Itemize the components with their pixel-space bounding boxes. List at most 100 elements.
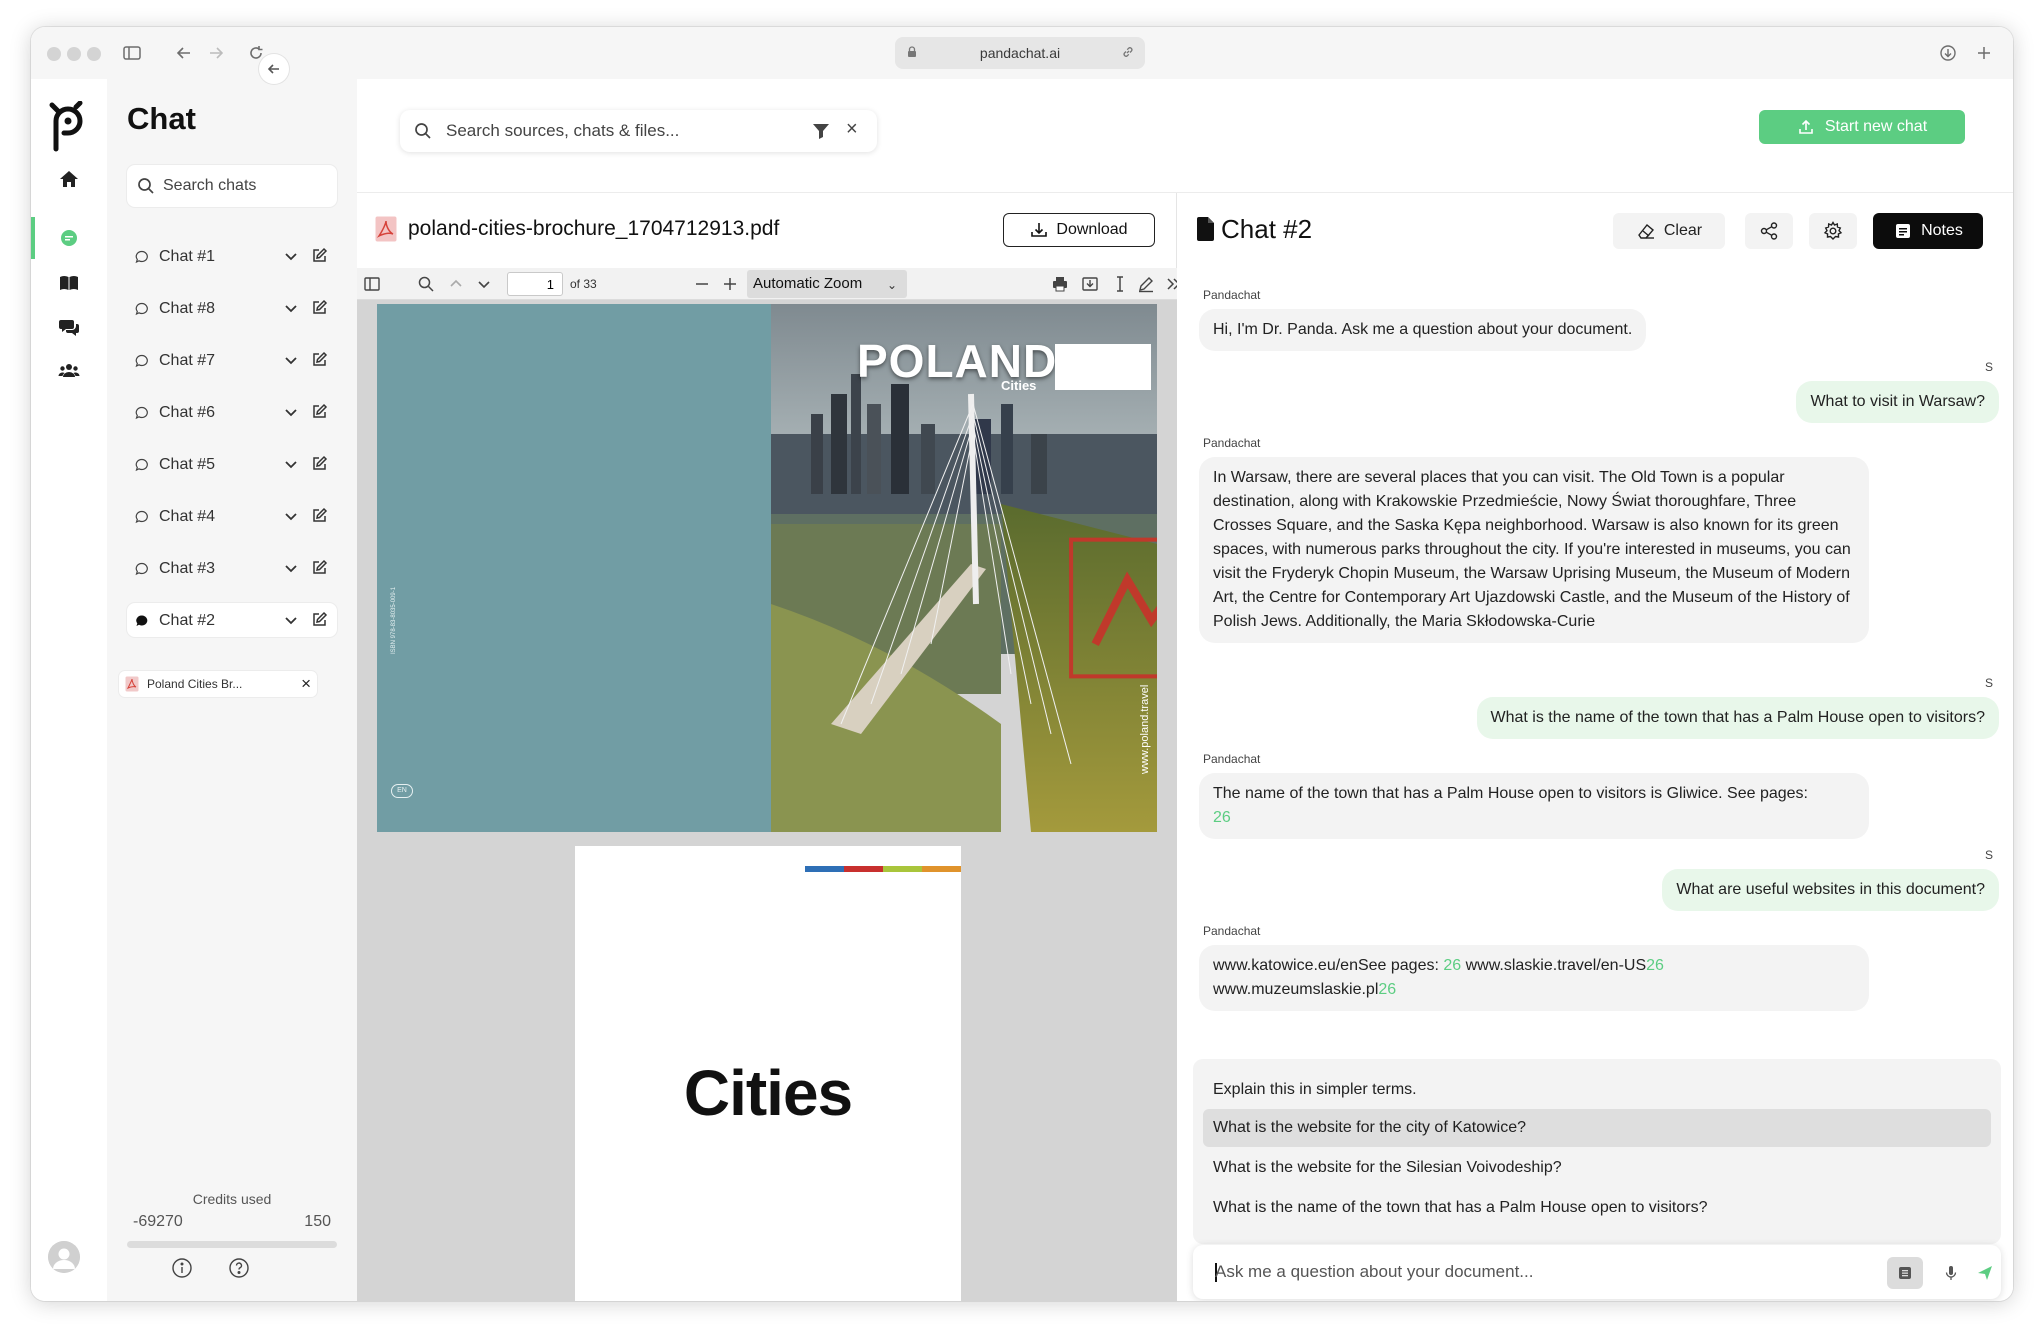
page-count: of 33	[570, 277, 597, 291]
message-text: In Warsaw, there are several places that…	[1199, 457, 1869, 643]
suggestion-item[interactable]: What is the website for the Silesian Voi…	[1203, 1149, 1991, 1187]
url-text: pandachat.ai	[979, 45, 1061, 61]
chat-item-6[interactable]: Chat #6	[127, 395, 337, 429]
forward-icon[interactable]	[203, 40, 229, 66]
help-icon[interactable]	[228, 1257, 250, 1279]
chat-item-7[interactable]: Chat #7	[127, 343, 337, 377]
suggestion-item[interactable]: What is the name of the town that has a …	[1203, 1189, 1991, 1227]
address-bar[interactable]: pandachat.ai	[895, 37, 1145, 69]
chat-input[interactable]	[1215, 1245, 1835, 1299]
chat-item-label: Chat #1	[159, 248, 216, 265]
main-topbar: × Start new chat	[357, 79, 2013, 193]
chat-item-2[interactable]: Chat #2	[127, 603, 337, 637]
next-page-icon[interactable]	[475, 275, 493, 293]
home-icon[interactable]	[51, 161, 87, 197]
user-avatar[interactable]	[48, 1241, 80, 1273]
draw-icon[interactable]	[1137, 275, 1155, 293]
zoom-select[interactable]: Automatic Zoom ⌄	[747, 270, 907, 298]
edit-icon[interactable]	[311, 611, 328, 628]
filter-icon[interactable]	[812, 122, 830, 140]
chat-item-4[interactable]: Chat #4	[127, 499, 337, 533]
toggle-thumbnails-icon[interactable]	[363, 275, 381, 293]
edit-icon[interactable]	[311, 247, 328, 264]
cover-photo: POLAND Cities www.poland.travel	[771, 304, 1157, 832]
edit-icon[interactable]	[311, 455, 328, 472]
chevron-down-icon[interactable]	[283, 508, 299, 524]
chat-icon[interactable]	[51, 220, 87, 256]
chevron-down-icon[interactable]	[283, 248, 299, 264]
text-tool-icon[interactable]	[1111, 275, 1129, 293]
share-button[interactable]	[1745, 213, 1793, 249]
download-button[interactable]: Download	[1003, 213, 1155, 247]
global-search-input[interactable]	[446, 110, 796, 152]
chevron-down-icon[interactable]	[283, 560, 299, 576]
chevron-down-icon[interactable]	[283, 352, 299, 368]
chevron-down-icon[interactable]	[283, 612, 299, 628]
clear-label: Clear	[1663, 222, 1703, 239]
suggestion-item[interactable]: What is the website for the city of Kato…	[1203, 1109, 1991, 1147]
maximize-window-dot[interactable]	[87, 47, 101, 61]
team-icon[interactable]	[51, 353, 87, 389]
edit-icon[interactable]	[311, 559, 328, 576]
chevron-down-icon[interactable]	[283, 456, 299, 472]
ai-message: Pandachat The name of the town that has …	[1199, 752, 1869, 839]
close-window-dot[interactable]	[47, 47, 61, 61]
chat-item-label: Chat #6	[159, 404, 216, 421]
microphone-button[interactable]	[1933, 1257, 1969, 1289]
suggestions-toggle-button[interactable]	[1887, 1257, 1923, 1289]
remove-file-icon[interactable]: ×	[301, 674, 311, 694]
page-reference-link[interactable]: 26	[1213, 809, 1231, 826]
info-icon[interactable]	[171, 1257, 193, 1279]
back-icon[interactable]	[171, 40, 197, 66]
share-icon	[1760, 222, 1778, 240]
pandachat-logo[interactable]	[46, 101, 88, 153]
zoom-in-icon[interactable]	[721, 275, 739, 293]
find-icon[interactable]	[417, 275, 435, 293]
start-new-chat-button[interactable]: Start new chat	[1759, 110, 1965, 144]
chat-search-input[interactable]	[163, 165, 333, 207]
chat-item-label: Chat #8	[159, 300, 216, 317]
chat-item-1[interactable]: Chat #1	[127, 239, 337, 273]
page-reference-link[interactable]: 26	[1646, 957, 1664, 974]
chat-input-box[interactable]	[1193, 1245, 2001, 1299]
edit-icon[interactable]	[311, 299, 328, 316]
zoom-out-icon[interactable]	[693, 275, 711, 293]
sidebar-toggle-icon[interactable]	[119, 40, 145, 66]
chat-header: Chat #2 Clear Notes	[1177, 193, 2013, 268]
minimize-window-dot[interactable]	[67, 47, 81, 61]
chat-title: Chat #2	[1221, 214, 1313, 244]
collapse-sidebar-button[interactable]	[259, 54, 289, 84]
cover-url: www.poland.travel	[1139, 684, 1151, 774]
edit-icon[interactable]	[311, 351, 328, 368]
print-icon[interactable]	[1051, 275, 1069, 293]
user-message: S What to visit in Warsaw?	[1796, 360, 1999, 423]
page-number-input[interactable]	[507, 272, 563, 296]
chat-item-5[interactable]: Chat #5	[127, 447, 337, 481]
new-tab-icon[interactable]	[1971, 40, 1997, 66]
suggestion-item[interactable]: Explain this in simpler terms.	[1203, 1071, 1991, 1109]
save-icon[interactable]	[1081, 275, 1099, 293]
edit-icon[interactable]	[311, 403, 328, 420]
pdf-viewport[interactable]: ISBN 978-83-8035-009-1 EN POLAND Cities …	[357, 300, 1177, 1301]
clear-button[interactable]: Clear	[1613, 213, 1725, 249]
chat-search-box[interactable]	[127, 165, 337, 207]
previous-page-icon[interactable]	[447, 275, 465, 293]
discussions-icon[interactable]	[51, 309, 87, 345]
page-reference-link[interactable]: 26	[1378, 981, 1396, 998]
chat-item-8[interactable]: Chat #8	[127, 291, 337, 325]
library-icon[interactable]	[51, 265, 87, 301]
notes-button[interactable]: Notes	[1873, 213, 1983, 249]
user-message: S What are useful websites in this docum…	[1662, 848, 1999, 911]
link-icon[interactable]	[1121, 45, 1135, 59]
page-reference-link[interactable]: 26	[1443, 957, 1461, 974]
send-button[interactable]	[1967, 1257, 2003, 1289]
clear-search-icon[interactable]: ×	[846, 118, 858, 141]
chevron-down-icon[interactable]	[283, 404, 299, 420]
chevron-down-icon[interactable]	[283, 300, 299, 316]
download-status-icon[interactable]	[1935, 40, 1961, 66]
chat-source-file[interactable]: Poland Cities Br... ×	[119, 671, 317, 697]
edit-icon[interactable]	[311, 507, 328, 524]
settings-button[interactable]	[1809, 213, 1857, 249]
global-search-box[interactable]: ×	[400, 110, 877, 152]
chat-item-3[interactable]: Chat #3	[127, 551, 337, 585]
